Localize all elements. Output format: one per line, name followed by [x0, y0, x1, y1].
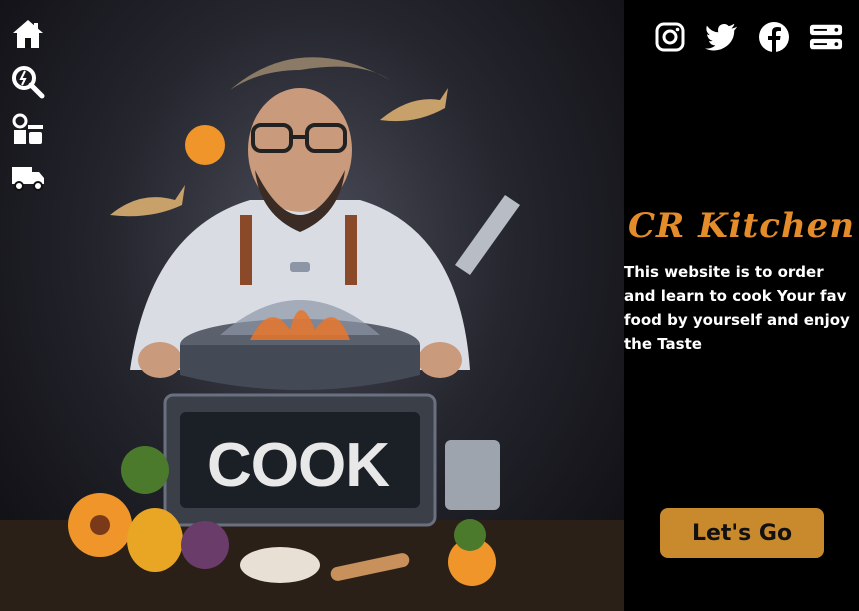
info-panel: CR Kitchen This website is to order and … [624, 0, 859, 611]
facebook-icon[interactable] [757, 20, 791, 54]
home-icon[interactable] [10, 16, 46, 52]
twitter-icon[interactable] [705, 20, 739, 54]
chef-kitchen-icon[interactable] [10, 112, 46, 148]
brand-description: This website is to order and learn to co… [624, 263, 850, 353]
side-nav [10, 16, 50, 196]
brand-title: CR Kitchen [627, 206, 856, 246]
chef-illustration [0, 57, 624, 611]
cook-sign: COOK [207, 431, 390, 500]
server-icon[interactable] [809, 20, 843, 54]
delivery-truck-icon[interactable] [10, 160, 46, 196]
instagram-icon[interactable] [653, 20, 687, 54]
hero-image: COOK [0, 0, 624, 611]
lets-go-button[interactable]: Let's Go [660, 508, 824, 558]
search-icon[interactable] [10, 64, 46, 100]
social-links [653, 20, 843, 54]
